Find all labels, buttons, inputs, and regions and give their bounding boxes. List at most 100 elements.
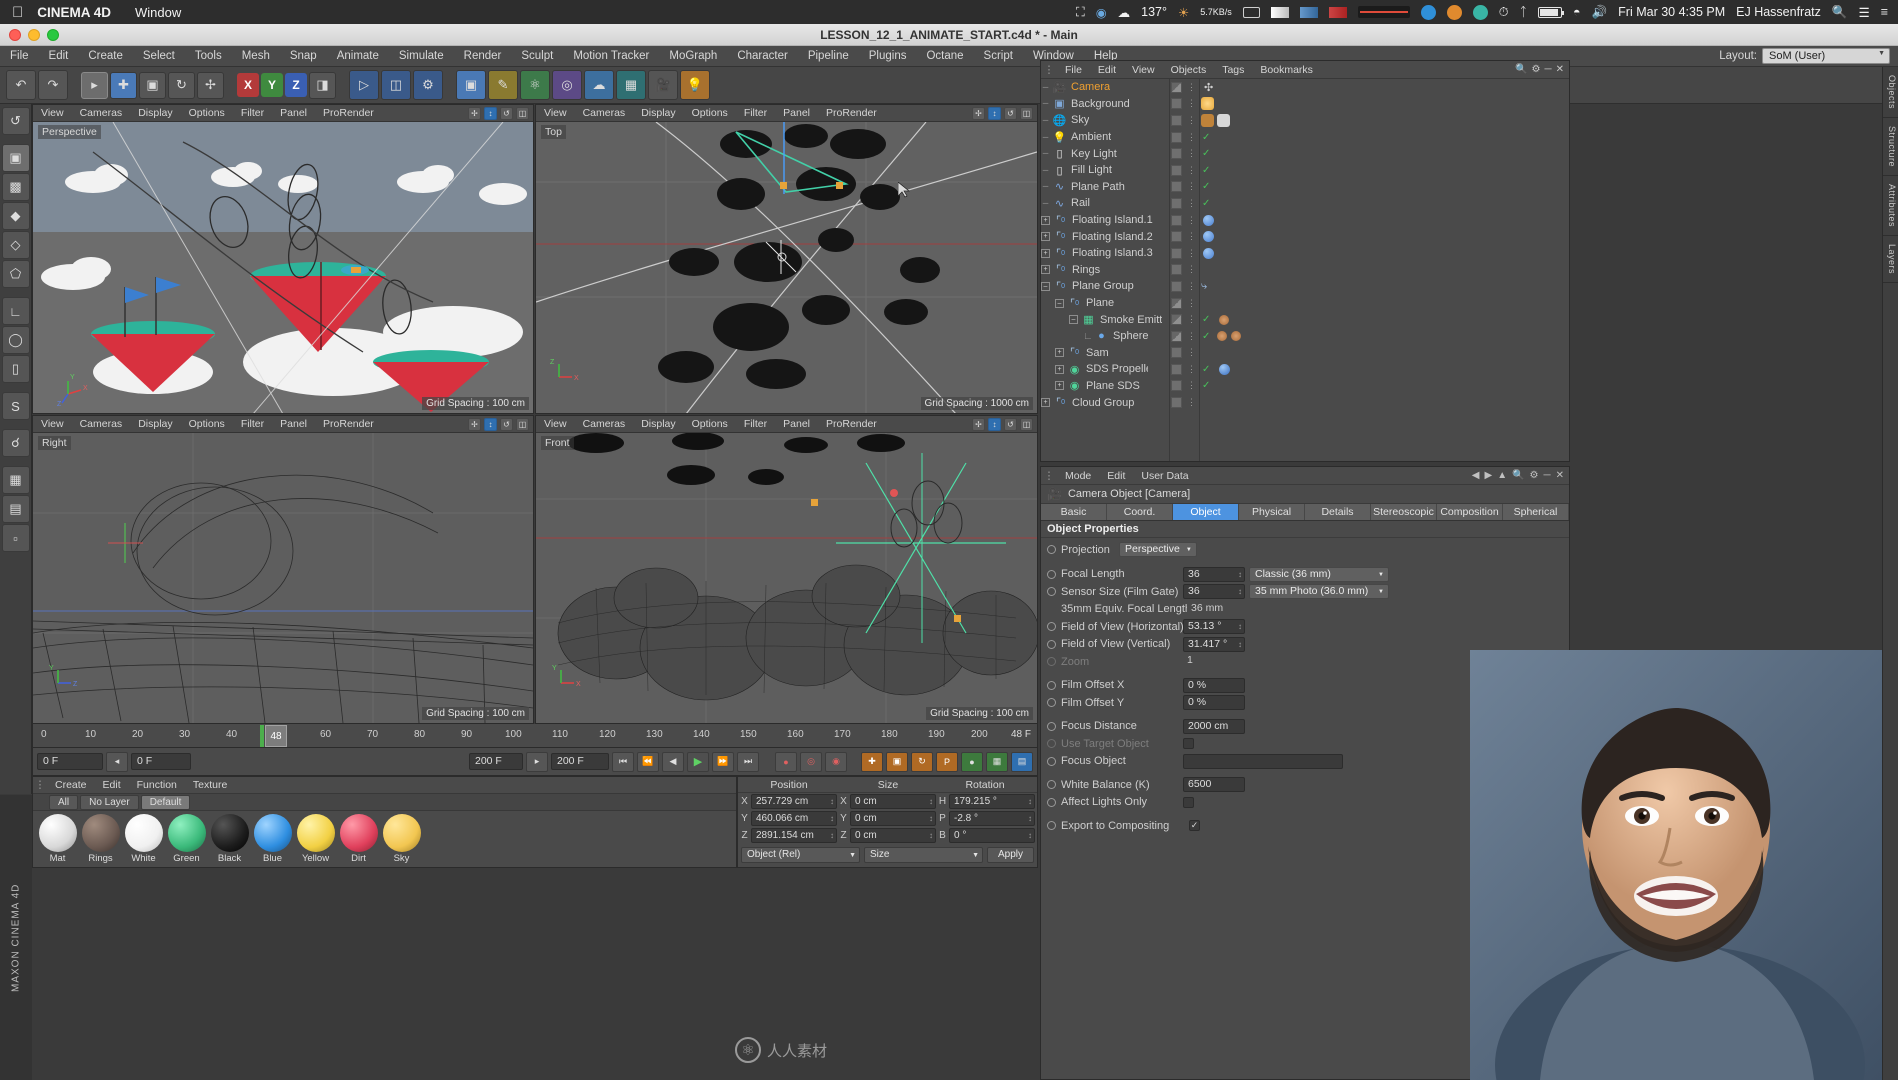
object-row-sky[interactable]: – 🌐 Sky ⋮ <box>1041 112 1569 129</box>
texture-tag-icon[interactable] <box>1201 113 1214 127</box>
coord-mode-left-dropdown[interactable]: Object (Rel) <box>741 847 860 863</box>
preview-range-left-icon[interactable]: ◂ <box>106 751 128 772</box>
om-close-icon[interactable]: ✕ <box>1556 64 1564 75</box>
visibility-toggles[interactable]: ⋮ <box>1187 248 1196 259</box>
vp3-menu-options[interactable]: Options <box>181 418 233 430</box>
live-selection-icon[interactable]: ▸ <box>81 71 108 99</box>
material-preview[interactable] <box>339 814 378 852</box>
layout-toggle-button[interactable]: ▤ <box>1011 751 1033 772</box>
user-name-label[interactable]: EJ Hassenfratz <box>1736 5 1821 19</box>
visibility-toggles[interactable]: ⋮ <box>1187 281 1196 292</box>
vp4-menu-filter[interactable]: Filter <box>736 418 775 430</box>
om-grip-icon[interactable]: ⋮ <box>1041 64 1057 76</box>
viewport-front[interactable]: View Cameras Display Options Filter Pane… <box>535 415 1038 724</box>
object-row-plane-sds[interactable]: + ◉ Plane SDS ⋮ ✓ <box>1041 378 1569 395</box>
render-region-icon[interactable]: ◫ <box>381 70 411 100</box>
object-row-key-light[interactable]: – ▯ Key Light ⋮ ✓ <box>1041 145 1569 162</box>
axis-z-toggle[interactable]: Z <box>285 73 307 97</box>
tab-stereoscopic[interactable]: Stereoscopic <box>1371 504 1437 520</box>
axis-y-toggle[interactable]: Y <box>261 73 283 97</box>
vp1-menu-cameras[interactable]: Cameras <box>72 107 131 119</box>
fov-h-field[interactable]: 53.13 ° <box>1183 619 1245 635</box>
expand-toggle[interactable]: + <box>1055 348 1064 358</box>
vp2-menu-cameras[interactable]: Cameras <box>575 107 634 119</box>
menu-file[interactable]: File <box>0 50 39 62</box>
cube-primitive-icon[interactable]: ▣ <box>456 70 486 100</box>
vp1-maximize-icon[interactable]: ◫ <box>516 106 529 120</box>
focus-distance-field[interactable]: 2000 cm <box>1183 718 1245 734</box>
vp1-menu-options[interactable]: Options <box>181 107 233 119</box>
visibility-dots[interactable] <box>1171 380 1182 392</box>
menu-edit[interactable]: Edit <box>39 50 79 62</box>
vp2-menu-filter[interactable]: Filter <box>736 107 775 119</box>
material-item[interactable]: Dirt <box>338 814 379 864</box>
om-collapse-icon[interactable]: ─ <box>1545 64 1552 75</box>
frame-back-button[interactable]: ⏪ <box>637 751 659 772</box>
play-back-button[interactable]: ◀ <box>662 751 684 772</box>
vp1-menu-prorender[interactable]: ProRender <box>315 107 382 119</box>
object-row-background[interactable]: – ▣ Background ⋮ <box>1041 96 1569 113</box>
tab-basic[interactable]: Basic <box>1041 504 1107 520</box>
point-level-animation-button[interactable]: ● <box>961 751 983 772</box>
enabled-check-icon[interactable]: ✓ <box>1202 165 1210 176</box>
preview-end-field[interactable]: 200 F <box>469 753 523 770</box>
object-row-sam[interactable]: + ⌜ 0 Sam ⋮ <box>1041 345 1569 362</box>
visibility-dots[interactable] <box>1171 81 1182 93</box>
scale-key-button[interactable]: ▣ <box>886 751 908 772</box>
menu-octane[interactable]: Octane <box>916 50 973 62</box>
go-to-end-button[interactable]: ⏭ <box>737 751 759 772</box>
material-item[interactable]: Rings <box>80 814 121 864</box>
polygons-mode-icon[interactable]: ⬠ <box>1 260 30 288</box>
app-name-label[interactable]: CINEMA 4D <box>37 5 111 20</box>
menu-snap[interactable]: Snap <box>280 50 327 62</box>
vp3-dolly-icon[interactable]: ↕ <box>484 417 497 431</box>
edges-mode-icon[interactable]: ◇ <box>1 231 30 259</box>
dock-tab-structure[interactable]: Structure <box>1883 118 1898 177</box>
tab-composition[interactable]: Composition <box>1437 504 1503 520</box>
world-coordinate-icon[interactable]: ◨ <box>309 71 336 99</box>
vp3-maximize-icon[interactable]: ◫ <box>516 417 529 431</box>
visibility-dots[interactable] <box>1171 397 1182 409</box>
material-item[interactable]: Sky <box>381 814 422 864</box>
deformer-icon[interactable]: ◎ <box>552 70 582 100</box>
rotation-key-button[interactable]: ↻ <box>911 751 933 772</box>
material-preview[interactable] <box>167 814 206 852</box>
rotation-h-field[interactable]: 179.215 ° <box>949 794 1035 809</box>
enabled-check-icon[interactable]: ✓ <box>1202 364 1210 375</box>
color-bar3-icon[interactable] <box>1328 6 1347 18</box>
om-menu-file[interactable]: File <box>1057 64 1090 76</box>
visibility-dots[interactable] <box>1171 363 1182 375</box>
focal-length-preset-dropdown[interactable]: Classic (36 mm) <box>1249 566 1389 582</box>
sun-tag-icon[interactable] <box>1201 97 1214 111</box>
current-frame-field[interactable]: 0 F <box>37 753 103 770</box>
timeline-marker[interactable] <box>260 725 264 747</box>
expand-toggle[interactable]: + <box>1041 232 1050 242</box>
object-row-ambient[interactable]: – 💡 Ambient ⋮ ✓ <box>1041 129 1569 146</box>
menu-mograph[interactable]: MoGraph <box>659 50 727 62</box>
vp2-menu-options[interactable]: Options <box>684 107 736 119</box>
focus-object-dropfield[interactable] <box>1183 753 1343 769</box>
visibility-dots[interactable] <box>1171 148 1182 160</box>
vp1-menu-filter[interactable]: Filter <box>233 107 272 119</box>
visibility-dots[interactable] <box>1171 330 1182 342</box>
vp4-menu-prorender[interactable]: ProRender <box>818 418 885 430</box>
select-tools-icon[interactable]: ▫ <box>1 524 30 552</box>
rotate-tool-icon[interactable]: ↻ <box>168 71 195 99</box>
om-menu-view[interactable]: View <box>1124 64 1163 76</box>
visibility-dots[interactable] <box>1171 280 1182 292</box>
vp2-canvas[interactable]: X Z <box>536 122 1037 413</box>
size-y-field[interactable]: 0 cm <box>850 811 936 826</box>
app-badge-orange-icon[interactable] <box>1446 4 1462 20</box>
texture-mode-icon[interactable]: ▩ <box>1 173 30 201</box>
sensor-size-field[interactable]: 36 <box>1183 584 1245 600</box>
vp4-pan-icon[interactable]: ✢ <box>972 417 985 431</box>
fov-v-field[interactable]: 31.417 ° <box>1183 636 1245 652</box>
notification-icon[interactable]: ≡ <box>1881 5 1888 19</box>
vp1-menu-panel[interactable]: Panel <box>272 107 315 119</box>
visibility-toggles[interactable]: ⋮ <box>1187 82 1196 93</box>
sensor-size-preset-dropdown[interactable]: 35 mm Photo (36.0 mm) <box>1249 584 1389 600</box>
am-menu-mode[interactable]: Mode <box>1057 470 1099 482</box>
preview-start-field[interactable]: 0 F <box>131 753 191 770</box>
apply-button[interactable]: Apply <box>987 847 1035 863</box>
blue-dot-tag-icon[interactable] <box>1203 214 1214 226</box>
